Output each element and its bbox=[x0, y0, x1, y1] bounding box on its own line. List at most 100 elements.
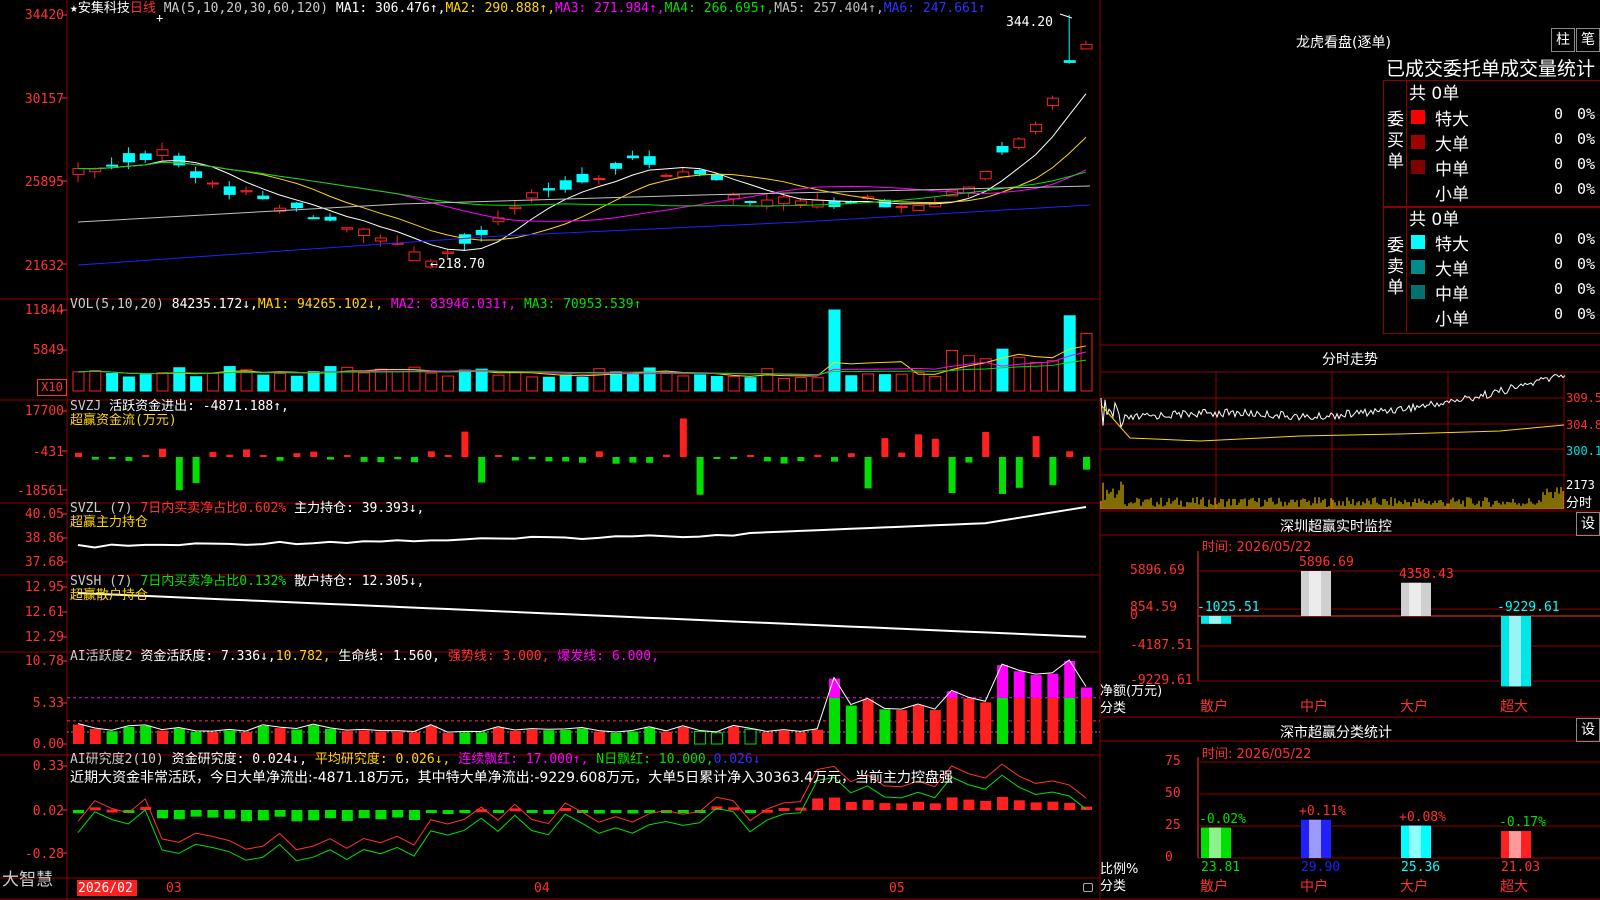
research-bar bbox=[392, 810, 404, 818]
candle-body bbox=[996, 146, 1009, 153]
activity-bar bbox=[795, 732, 807, 744]
vol-bar bbox=[761, 368, 774, 392]
research-bar bbox=[1047, 801, 1059, 810]
activity-bar bbox=[476, 732, 488, 744]
sell-row-pct: 0% bbox=[1577, 280, 1596, 298]
buy-row-name: 大单 bbox=[1435, 135, 1469, 155]
research-bar bbox=[257, 810, 269, 821]
activity-bar bbox=[778, 730, 790, 744]
buy-total: 共 0单 bbox=[1409, 84, 1460, 104]
flow-bar bbox=[108, 457, 116, 459]
ai1-axis-0: 10.78 bbox=[24, 654, 64, 669]
activity-bar bbox=[980, 702, 992, 744]
vol-bar bbox=[862, 373, 875, 392]
sz-monitor-title: 深圳超赢实时监控 bbox=[1280, 519, 1392, 535]
candle-body bbox=[979, 170, 992, 180]
ai2-e: 0.026↓ bbox=[713, 752, 761, 767]
vol-bar bbox=[744, 377, 757, 392]
activity-bar bbox=[325, 728, 336, 744]
flow-bar bbox=[831, 457, 838, 462]
ma1-value: MA1: 306.476↑, bbox=[335, 1, 446, 16]
bar-mode-button[interactable]: 柱 bbox=[1551, 28, 1575, 52]
flow-bar bbox=[1015, 457, 1023, 488]
svzl-pct: 7日内买卖净占比0.602% bbox=[140, 501, 287, 516]
activity-bar bbox=[862, 699, 874, 744]
svsh-label: SVSH (7) bbox=[70, 574, 133, 589]
research-bar bbox=[879, 803, 891, 810]
candle-body bbox=[408, 251, 421, 262]
vol-bar bbox=[626, 373, 639, 392]
sz-class-bar-highlight bbox=[1209, 827, 1221, 858]
vol-bar bbox=[391, 370, 404, 392]
activity-bar bbox=[677, 726, 689, 744]
flow-bar bbox=[545, 457, 553, 462]
candle-body bbox=[341, 227, 354, 230]
favorite-star-icon[interactable]: ★ bbox=[70, 1, 78, 16]
brand-logo: 大智慧 bbox=[2, 870, 53, 890]
ai2-d: N日飘红: 10.000, bbox=[596, 752, 714, 767]
period-label[interactable]: 日线 bbox=[130, 1, 156, 16]
vol-bar bbox=[660, 372, 673, 392]
candle-body bbox=[324, 216, 337, 221]
candle-body bbox=[106, 164, 119, 167]
activity-bar bbox=[425, 725, 437, 744]
research-bar bbox=[526, 810, 538, 813]
sz-monitor-settings-button[interactable]: 设 bbox=[1576, 512, 1600, 536]
vol-bar bbox=[677, 375, 690, 392]
sz-monitor-bar-label: -9229.61 bbox=[1497, 600, 1560, 615]
activity-bar bbox=[1013, 697, 1025, 744]
sz-class-bar-value: 29.90 bbox=[1301, 860, 1341, 875]
flow-bar bbox=[730, 457, 738, 459]
research-bar bbox=[997, 796, 1008, 810]
flow-bar bbox=[1049, 457, 1057, 486]
vol-bar bbox=[223, 366, 236, 392]
candle-body bbox=[559, 180, 572, 190]
sell-row-count: 0 bbox=[1553, 280, 1563, 298]
vol-bar bbox=[307, 371, 320, 392]
activity-bar bbox=[929, 710, 941, 744]
svzl-hold: 主力持仓: 39.393↓, bbox=[294, 501, 425, 516]
vol-bar bbox=[458, 369, 471, 392]
candle-body bbox=[1046, 97, 1059, 107]
candle-body bbox=[1080, 43, 1093, 50]
research-bar bbox=[929, 803, 941, 810]
research-bar bbox=[862, 799, 874, 810]
flow-bar bbox=[814, 454, 822, 457]
research-bar bbox=[73, 810, 84, 814]
intraday-price-line bbox=[1100, 373, 1566, 429]
vol-bar bbox=[559, 374, 572, 392]
research-bar bbox=[358, 810, 370, 819]
research-bar bbox=[274, 810, 286, 817]
buy-row-name: 中单 bbox=[1435, 160, 1469, 180]
sz-class-settings-button[interactable]: 设 bbox=[1576, 718, 1600, 742]
sz-class-axis-label: 25 bbox=[1165, 818, 1181, 833]
research-bar bbox=[442, 810, 454, 815]
flow-bar bbox=[747, 455, 754, 457]
activity-bar bbox=[459, 732, 471, 744]
svzl-axis-2: 37.68 bbox=[24, 555, 64, 570]
vol-bar bbox=[475, 368, 488, 392]
tick-mode-button[interactable]: 笔 bbox=[1576, 28, 1600, 52]
activity-bar bbox=[190, 731, 202, 744]
activity-bar bbox=[241, 732, 252, 744]
vol-bar bbox=[878, 374, 891, 392]
ai2-header: AI研究度2(10) 资金研究度: 0.024↓, 平均研究度: 0.026↓,… bbox=[70, 752, 761, 767]
sell-row-name: 中单 bbox=[1435, 285, 1469, 305]
sell-row-pct: 0% bbox=[1577, 230, 1596, 248]
flow-bar bbox=[360, 457, 368, 462]
flow-bar bbox=[999, 457, 1006, 495]
ma5-value: MA5: 257.404↑, bbox=[774, 1, 884, 16]
flow-bar bbox=[276, 457, 284, 461]
flow-bar bbox=[881, 438, 889, 457]
sz-class-axis-label: 75 bbox=[1165, 754, 1181, 769]
activity-burst-bar bbox=[997, 665, 1008, 698]
price-header: ★安集科技日线 MA(5,10,20,30,60,120) MA1: 306.4… bbox=[70, 1, 986, 16]
vol-bar bbox=[778, 377, 791, 392]
activity-bar bbox=[1030, 697, 1042, 744]
sell-row-pct: 0% bbox=[1577, 305, 1596, 323]
activity-bar bbox=[224, 730, 236, 744]
sz-class-bar-highlight bbox=[1509, 831, 1521, 858]
flow-bar bbox=[612, 457, 620, 464]
sz-monitor-category: 中户 bbox=[1300, 699, 1328, 715]
lock-icon[interactable] bbox=[1083, 883, 1093, 892]
